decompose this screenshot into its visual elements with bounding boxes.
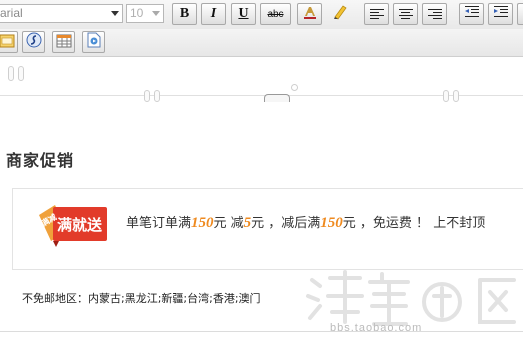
font-size-select[interactable]: 10	[126, 4, 164, 23]
promo-text: 单笔订单满150元 减5元 ，减后满150元 ，免运费 ！ 上不封顶	[126, 212, 485, 232]
anchor-dot	[291, 84, 298, 91]
indent-icon	[493, 5, 509, 24]
align-right-button[interactable]	[422, 3, 447, 25]
highlight-button[interactable]	[327, 3, 352, 25]
align-left-icon	[369, 9, 384, 19]
outdent-button[interactable]	[459, 3, 484, 25]
section-heading: 商家促销	[6, 151, 75, 170]
toolbar-overflow-button[interactable]	[517, 3, 523, 25]
badge-main-text: 满就送	[57, 216, 103, 234]
drag-handle[interactable]	[443, 90, 449, 102]
chevron-down-icon	[152, 11, 160, 16]
promo-shipping-threshold: 150	[320, 215, 343, 231]
media-icon	[87, 32, 101, 52]
chevron-down-icon	[111, 11, 119, 16]
editor-toolbar-row2	[0, 29, 523, 57]
insert-image-button[interactable]	[0, 31, 18, 53]
ruler-area	[0, 60, 523, 102]
promo-text-part: 元 ，免运费 ！ 上不封顶	[342, 216, 486, 231]
promo-text-part: 单笔订单满	[126, 216, 192, 231]
font-family-select[interactable]: arial	[0, 4, 123, 23]
align-center-icon	[398, 9, 413, 19]
promo-badge: 满减 满就送	[37, 201, 109, 249]
resize-tab[interactable]	[264, 94, 290, 102]
text-color-icon	[302, 4, 318, 25]
indent-button[interactable]	[488, 3, 513, 25]
promo-threshold: 150	[191, 215, 214, 231]
excluded-regions: 不免邮地区：内蒙古;黑龙江;新疆;台湾;香港;澳门	[22, 292, 261, 305]
drag-handle[interactable]	[453, 90, 459, 102]
flash-icon	[26, 32, 42, 52]
divider	[0, 331, 523, 332]
insert-flash-button[interactable]	[22, 31, 45, 53]
insert-media-button[interactable]	[82, 31, 105, 53]
strikethrough-button[interactable]: abc	[260, 3, 291, 25]
highlight-icon	[331, 3, 349, 26]
font-size-value: 10	[130, 6, 144, 20]
promo-text-part: 元 减	[213, 216, 244, 231]
promo-text-part: 元 ，减后满	[251, 216, 321, 231]
drag-handle[interactable]	[144, 90, 150, 102]
editor-toolbar-row1: arial 10 B I U abc	[0, 0, 523, 30]
bold-button[interactable]: B	[172, 3, 197, 25]
drag-handle[interactable]	[8, 66, 14, 81]
drag-handle[interactable]	[154, 90, 160, 102]
insert-table-button[interactable]	[52, 31, 75, 53]
outdent-icon	[464, 5, 480, 24]
watermark-url: bbs.taobao.com	[330, 322, 423, 334]
italic-button[interactable]: I	[201, 3, 226, 25]
align-center-button[interactable]	[393, 3, 418, 25]
text-color-button[interactable]	[297, 3, 322, 25]
align-left-button[interactable]	[364, 3, 389, 25]
font-family-value: arial	[0, 6, 23, 20]
drag-handle[interactable]	[18, 66, 24, 81]
image-icon	[0, 33, 15, 52]
table-icon	[56, 33, 72, 52]
underline-button[interactable]: U	[231, 3, 256, 25]
align-right-icon	[427, 9, 442, 19]
